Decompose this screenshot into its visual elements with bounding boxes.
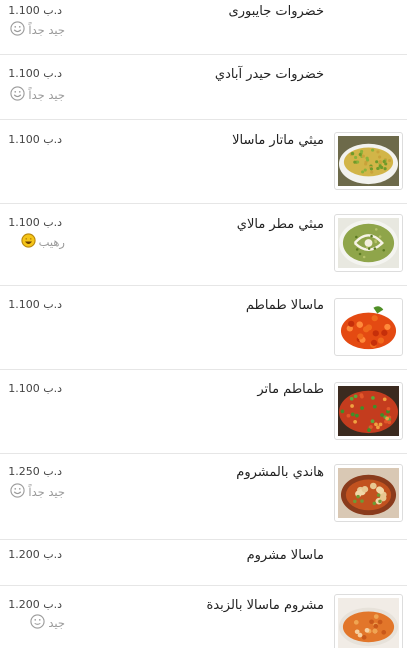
- mushroom-handi-photo: [338, 468, 399, 518]
- menu-item[interactable]: خضروات جايبورى 1.100 د.ب جيد جداً: [0, 0, 407, 55]
- smiley-face-icon: [10, 483, 25, 498]
- smiley-face-icon: [10, 21, 25, 36]
- price-value: 1.100: [8, 67, 40, 80]
- item-thumbnail[interactable]: [334, 298, 403, 356]
- item-name: خضروات جايبورى: [228, 4, 324, 19]
- smiley-face-icon: [30, 614, 45, 629]
- rating: جيد جداً: [0, 483, 65, 500]
- item-price: 1.200 د.ب: [0, 598, 62, 612]
- menu-list: خضروات جايبورى 1.100 د.ب جيد جداً خضروات حي…: [0, 0, 407, 648]
- currency-label: د.ب: [43, 548, 62, 561]
- item-name: ميثي مطر مالاي: [236, 217, 324, 232]
- rating-label: رهيب: [38, 234, 65, 249]
- tomato-peas-photo: [338, 386, 399, 436]
- smiley-face-icon: [10, 86, 25, 101]
- menu-item[interactable]: ميثي مطر مالاي 1.100 د.ب رهيب: [0, 204, 407, 286]
- item-name: مشروم ماسالا بالزبدة: [206, 598, 324, 613]
- price-value: 1.100: [8, 4, 40, 17]
- menu-item[interactable]: ميثي ماتار ماسالا 1.100 د.ب: [0, 120, 407, 204]
- price-value: 1.200: [8, 548, 40, 561]
- currency-label: د.ب: [43, 382, 62, 395]
- item-thumbnail[interactable]: [334, 382, 403, 440]
- item-price: 1.100 د.ب: [0, 67, 62, 81]
- item-price: 1.250 د.ب: [0, 465, 62, 479]
- item-name: ماسالا مشروم: [246, 548, 324, 563]
- currency-label: د.ب: [43, 4, 62, 17]
- menu-item[interactable]: مشروم ماسالا بالزبدة 1.200 د.ب جيد: [0, 586, 407, 648]
- menu-item[interactable]: ماسالا مشروم 1.200 د.ب: [0, 540, 407, 586]
- item-thumbnail[interactable]: [334, 214, 403, 272]
- rating-label: جيد: [48, 615, 65, 630]
- laughing-face-icon: [20, 233, 36, 248]
- menu-item[interactable]: طماطم ماتر 1.100 د.ب: [0, 370, 407, 454]
- rating-label: جيد جداً: [28, 87, 65, 102]
- item-name: خضروات حيدر آبادي: [214, 67, 324, 82]
- tomato-masala-photo: [338, 302, 399, 352]
- price-value: 1.100: [8, 298, 40, 311]
- item-price: 1.100 د.ب: [0, 216, 62, 230]
- item-name: ماسالا طماطم: [245, 298, 324, 313]
- item-thumbnail[interactable]: [334, 594, 403, 648]
- rating: جيد جداً: [0, 21, 65, 38]
- currency-label: د.ب: [43, 216, 62, 229]
- currency-label: د.ب: [43, 465, 62, 478]
- price-value: 1.100: [8, 133, 40, 146]
- currency-label: د.ب: [43, 67, 62, 80]
- currency-label: د.ب: [43, 598, 62, 611]
- item-name: طماطم ماتر: [257, 382, 324, 397]
- item-price: 1.200 د.ب: [0, 548, 62, 562]
- item-price: 1.100 د.ب: [0, 298, 62, 312]
- rating: رهيب: [0, 233, 65, 250]
- menu-item[interactable]: هاندي بالمشروم 1.250 د.ب جيد جداً: [0, 454, 407, 540]
- currency-label: د.ب: [43, 133, 62, 146]
- currency-label: د.ب: [43, 298, 62, 311]
- item-price: 1.100 د.ب: [0, 382, 62, 396]
- item-name: ميثي ماتار ماسالا: [232, 133, 324, 148]
- green-curry-photo: [338, 218, 399, 268]
- item-thumbnail[interactable]: [334, 464, 403, 522]
- rating: جيد جداً: [0, 86, 65, 103]
- price-value: 1.100: [8, 216, 40, 229]
- rating-label: جيد جداً: [28, 22, 65, 37]
- rating: جيد: [0, 614, 65, 631]
- rating-label: جيد جداً: [28, 484, 65, 499]
- butter-mushroom-photo: [338, 598, 399, 648]
- menu-item[interactable]: ماسالا طماطم 1.100 د.ب: [0, 286, 407, 370]
- price-value: 1.100: [8, 382, 40, 395]
- item-name: هاندي بالمشروم: [236, 465, 324, 480]
- peas-curry-photo: [338, 136, 399, 186]
- item-price: 1.100 د.ب: [0, 133, 62, 147]
- menu-item[interactable]: خضروات حيدر آبادي 1.100 د.ب جيد جداً: [0, 55, 407, 120]
- item-price: 1.100 د.ب: [0, 4, 62, 18]
- price-value: 1.200: [8, 598, 40, 611]
- item-thumbnail[interactable]: [334, 132, 403, 190]
- price-value: 1.250: [8, 465, 40, 478]
